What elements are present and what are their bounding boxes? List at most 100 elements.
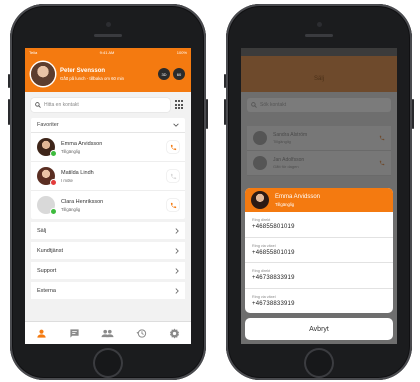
contact-status: Gått för dagen — [273, 164, 299, 169]
call-option-number: +46855801019 — [252, 249, 295, 256]
contact-name: Clara Henriksson — [61, 198, 104, 205]
contact-status: Tillgänglig — [61, 206, 81, 212]
groups-icon — [102, 329, 114, 337]
presence-available-icon — [51, 151, 56, 156]
presence-busy-icon — [51, 180, 56, 185]
call-option[interactable]: Ring direkt +46738833919 — [245, 263, 393, 289]
action-sheet: Emma Arvidsson Tillgänglig Ring direkt +… — [245, 188, 393, 313]
call-option-label: Ring direkt — [252, 269, 271, 274]
tab-history[interactable] — [134, 326, 148, 340]
list-item[interactable]: Clara Henriksson Tillgänglig — [31, 191, 185, 219]
profile-status: Gått på lunch - tillbaka om 60 min — [60, 75, 125, 81]
phone-home-button — [93, 348, 123, 378]
call-button[interactable] — [167, 170, 179, 182]
chevron-right-icon — [175, 267, 179, 274]
search-input: Sök kontakt — [247, 98, 391, 112]
search-icon — [35, 102, 41, 108]
status-bar: Telia 9:41 AM 100% — [25, 48, 191, 56]
phone-side-button — [224, 74, 226, 88]
tab-contacts[interactable] — [35, 326, 49, 340]
dialpad-icon[interactable] — [175, 100, 185, 110]
tab-groups[interactable] — [101, 326, 115, 340]
chevron-down-icon — [173, 123, 179, 127]
search-row: Hitta en kontakt — [25, 92, 191, 118]
history-icon — [136, 328, 146, 338]
group-title: Sälj — [313, 76, 324, 82]
sheet-contact-info: Emma Arvidsson Tillgänglig — [275, 194, 320, 207]
phone-icon — [379, 160, 385, 166]
list-item[interactable]: Matilda Lindh I möte — [31, 162, 185, 191]
cancel-button[interactable]: Avbryt — [245, 318, 393, 340]
contact-info: Emma Arvidsson Tillgänglig — [61, 141, 167, 154]
chevron-right-icon — [175, 247, 179, 254]
contact-info: Jan Adolfsson Gått för dagen — [273, 157, 379, 169]
group-label: Sälj — [37, 227, 47, 234]
tab-bar — [25, 321, 191, 344]
profile-header[interactable]: Peter Svensson Gått på lunch - tillbaka … — [25, 56, 191, 92]
call-option-label: Ring direkt — [252, 218, 271, 223]
phone-speaker — [94, 34, 122, 37]
group-item-salj[interactable]: Sälj — [31, 222, 185, 239]
chevron-right-icon — [175, 287, 179, 294]
search-icon — [251, 102, 257, 108]
phone-icon — [379, 135, 385, 141]
phone-frame-left: Telia 9:41 AM 100% Peter Svensson Gått p… — [8, 4, 208, 380]
group-item-externa[interactable]: Externa — [31, 282, 185, 299]
avatar — [37, 196, 56, 214]
chevron-right-icon — [175, 227, 179, 234]
list-item[interactable]: Emma Arvidsson Tillgänglig — [31, 133, 185, 162]
list-item: Jan Adolfsson Gått för dagen — [247, 151, 391, 176]
favorites-card: Favoriter Emma Arvidsson Tillgänglig Mat… — [31, 118, 185, 219]
group-header: Sälj — [241, 56, 397, 92]
avatar[interactable] — [31, 62, 55, 86]
call-option-label: Ring via växel — [252, 294, 276, 299]
app-screen: Telia 9:41 AM 100% Peter Svensson Gått p… — [25, 48, 191, 344]
phone-side-button — [224, 99, 226, 125]
status-battery: 100% — [176, 49, 187, 55]
person-icon — [37, 329, 46, 338]
phone-speaker — [305, 34, 333, 37]
profile-name: Peter Svensson — [60, 67, 106, 74]
avatar — [253, 156, 267, 170]
phone-icon — [170, 202, 176, 208]
tab-settings[interactable] — [167, 326, 181, 340]
phone-camera — [106, 22, 111, 27]
phone-home-button — [304, 348, 334, 378]
phone-icon — [170, 173, 176, 179]
tab-chat[interactable] — [68, 326, 82, 340]
favorites-header[interactable]: Favoriter — [31, 118, 185, 133]
profile-info: Peter Svensson Gått på lunch - tillbaka … — [60, 68, 155, 81]
group-item-support[interactable]: Support — [31, 262, 185, 279]
phone-icon — [170, 144, 176, 150]
avatar — [37, 167, 56, 185]
call-option[interactable]: Ring direkt +46855801019 — [245, 212, 393, 238]
call-button[interactable] — [167, 199, 179, 211]
phone-frame-right: Sälj Sök kontakt Sandra Alström Tillgäng… — [224, 4, 414, 380]
call-option-number: +46738833919 — [252, 300, 295, 307]
call-button[interactable] — [167, 141, 179, 153]
search-input[interactable]: Hitta en kontakt — [31, 98, 170, 112]
phone-side-button — [8, 99, 10, 125]
search-placeholder: Sök kontakt — [260, 102, 287, 108]
contact-status: Tillgänglig — [273, 139, 291, 144]
group-label: Support — [37, 267, 57, 274]
sheet-contact-name: Emma Arvidsson — [275, 193, 321, 200]
group-label: Kundtjänst — [37, 247, 63, 254]
status-carrier: Telia — [29, 49, 38, 55]
call-option-number: +46738833919 — [252, 275, 295, 282]
status-time: 9:41 AM — [99, 49, 115, 55]
call-option[interactable]: Ring via växel +46738833919 — [245, 289, 393, 314]
call-option[interactable]: Ring via växel +46855801019 — [245, 238, 393, 263]
chat-icon — [70, 328, 79, 338]
contact-status: I möte — [61, 177, 73, 183]
contact-name: Emma Arvidsson — [61, 140, 103, 147]
group-item-kundtjanst[interactable]: Kundtjänst — [31, 242, 185, 259]
phone-side-button — [412, 99, 414, 129]
status-button-2[interactable]: 60 — [173, 68, 185, 80]
sheet-contact-status: Tillgänglig — [275, 201, 295, 207]
contact-status: Tillgänglig — [61, 148, 81, 154]
avatar — [37, 138, 56, 156]
sheet-contact-header: Emma Arvidsson Tillgänglig — [245, 188, 393, 212]
contact-name: Matilda Lindh — [61, 169, 94, 176]
status-button-1[interactable]: 3D — [158, 68, 170, 80]
